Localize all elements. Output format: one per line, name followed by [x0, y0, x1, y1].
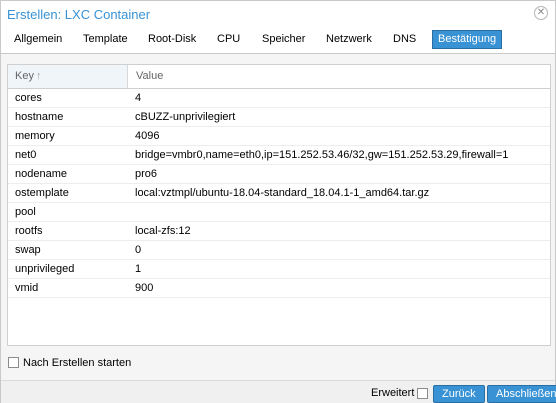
row-value: 4: [135, 92, 142, 104]
dialog-title: Erstellen: LXC Container: [7, 7, 151, 22]
table-row[interactable]: net0 bridge=vmbr0,name=eth0,ip=151.252.53…: [8, 146, 550, 165]
tab-template[interactable]: Template: [78, 30, 133, 49]
dialog-footer: Erweitert Zurück Abschließen: [1, 380, 556, 403]
tab-dns[interactable]: DNS: [388, 30, 421, 49]
advanced-checkbox[interactable]: [417, 388, 428, 399]
row-key: nodename: [15, 168, 67, 180]
row-value: pro6: [135, 168, 158, 180]
back-button[interactable]: Zurück: [433, 385, 485, 403]
row-value: 1: [135, 263, 142, 275]
tab-bar: Allgemein Template Root-Disk CPU Speiche…: [1, 27, 555, 54]
table-row[interactable]: unprivileged 1: [8, 260, 550, 279]
column-header-value[interactable]: Value: [129, 65, 549, 88]
tab-speicher[interactable]: Speicher: [257, 30, 310, 49]
start-after-create-checkbox[interactable]: [8, 357, 19, 368]
tab-allgemein[interactable]: Allgemein: [9, 30, 67, 49]
column-header-key[interactable]: Key ↑: [8, 65, 128, 88]
grid-rows: cores 4 hostname cBUZZ-unprivilegiert memo…: [8, 89, 550, 298]
row-key: cores: [15, 92, 42, 104]
sort-ascending-icon: ↑: [35, 70, 42, 82]
titlebar: Erstellen: LXC Container ✕: [1, 1, 555, 27]
start-after-create-label: Nach Erstellen starten: [23, 356, 132, 369]
tab-root-disk[interactable]: Root-Disk: [143, 30, 201, 49]
table-row[interactable]: rootfs local-zfs:12: [8, 222, 550, 241]
row-value: local:vztmpl/ubuntu-18.04-standard_18.04…: [135, 187, 430, 199]
table-row[interactable]: swap 0: [8, 241, 550, 260]
row-key: swap: [15, 244, 41, 256]
advanced-label: Erweitert: [371, 387, 415, 399]
row-key: rootfs: [15, 225, 43, 237]
tab-cpu[interactable]: CPU: [212, 30, 245, 49]
row-value: local-zfs:12: [135, 225, 191, 237]
row-value: 0: [135, 244, 142, 256]
table-row[interactable]: ostemplate local:vztmpl/ubuntu-18.04-stan…: [8, 184, 550, 203]
start-after-create-option[interactable]: Nach Erstellen starten: [8, 356, 131, 369]
table-row[interactable]: cores 4: [8, 89, 550, 108]
row-key: net0: [15, 149, 37, 161]
table-row[interactable]: nodename pro6: [8, 165, 550, 184]
table-row[interactable]: pool: [8, 203, 550, 222]
tab-netzwerk[interactable]: Netzwerk: [321, 30, 377, 49]
close-icon[interactable]: ✕: [534, 6, 548, 20]
row-key: memory: [15, 130, 55, 142]
row-key: unprivileged: [15, 263, 75, 275]
tab-bestaetigung[interactable]: Bestätigung: [432, 30, 503, 49]
summary-grid: Key ↑ Value cores 4 hostname cBUZZ-unprivil…: [7, 64, 551, 346]
finish-button[interactable]: Abschließen: [487, 385, 556, 403]
table-row[interactable]: vmid 900: [8, 279, 550, 298]
row-key: ostemplate: [15, 187, 69, 199]
create-lxc-dialog: Erstellen: LXC Container ✕ Allgemein Tem…: [0, 0, 556, 403]
row-value: bridge=vmbr0,name=eth0,ip=151.252.53.46/…: [135, 149, 509, 161]
grid-header: Key ↑ Value: [8, 65, 550, 89]
row-value: 900: [135, 282, 154, 294]
row-key: pool: [15, 206, 36, 218]
row-key: vmid: [15, 282, 39, 294]
row-key: hostname: [15, 111, 64, 123]
table-row[interactable]: hostname cBUZZ-unprivilegiert: [8, 108, 550, 127]
row-value: 4096: [135, 130, 160, 142]
table-row[interactable]: memory 4096: [8, 127, 550, 146]
row-value: cBUZZ-unprivilegiert: [135, 111, 236, 123]
column-header-key-label: Key: [15, 70, 34, 82]
